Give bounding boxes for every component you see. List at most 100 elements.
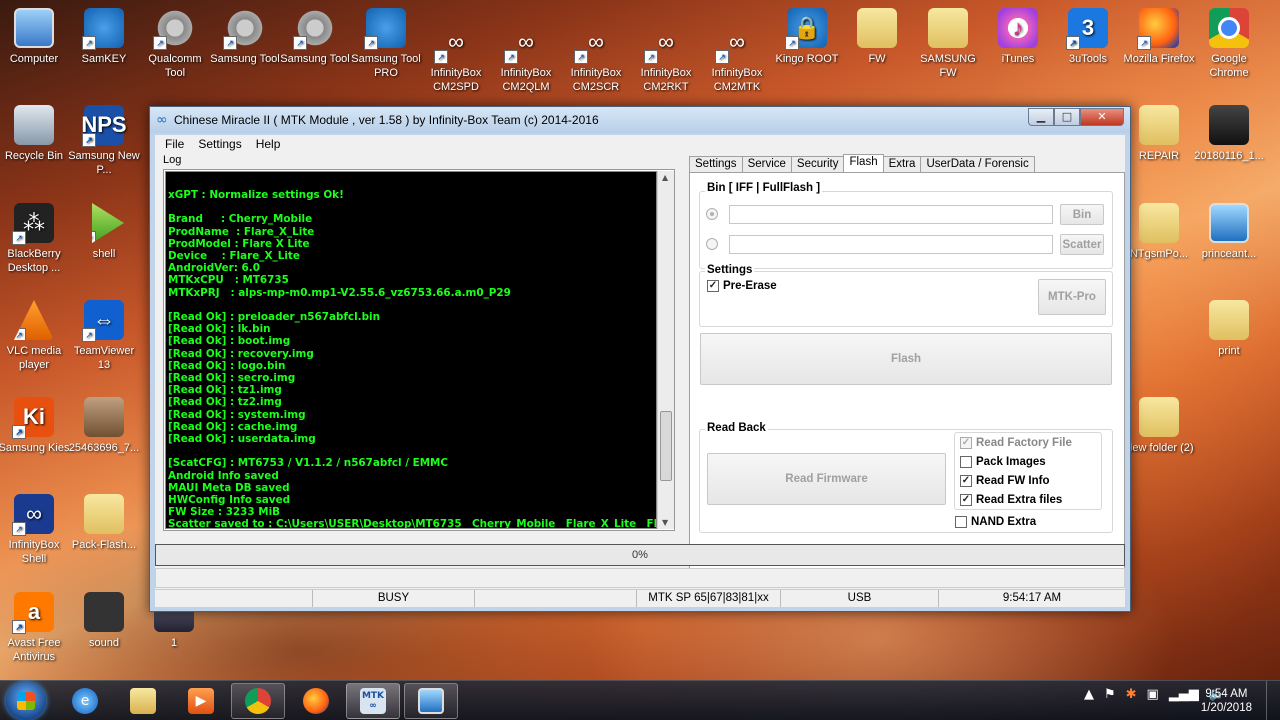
desktop-icon-repair[interactable]: REPAIR [1122,105,1196,163]
taskbar-clock[interactable]: 9:54 AM 1/20/2018 [1201,687,1252,715]
taskbar-remote-desktop[interactable] [404,683,458,719]
chinese-miracle-window[interactable]: ∞ Chinese Miracle II ( MTK Module , ver … [149,106,1131,612]
desktop-icon-qualcomm-tool[interactable]: Qualcomm Tool [138,8,212,80]
close-button[interactable]: ✕ [1080,108,1124,126]
infinity-icon: ∞ [574,22,616,64]
folder-icon [857,8,897,48]
bin-button[interactable]: Bin [1060,204,1104,225]
taskbar-firefox[interactable] [289,683,343,719]
read-extra-files-checkbox[interactable]: ✓ Read Extra files [960,494,1062,506]
taskbar-internet-explorer[interactable]: e [58,683,112,719]
maximize-button[interactable]: □ [1054,108,1080,126]
desktop-icon-infinitybox-shell[interactable]: ∞InfinityBox Shell [0,494,71,566]
desktop-icon-samsung-tool[interactable]: Samsung Tool [208,8,282,66]
desktop-icon-infinitybox-cm2spd[interactable]: ∞InfinityBox CM2SPD [419,22,493,94]
desktop-icon-samsung-tool-2[interactable]: Samsung Tool [278,8,352,66]
desktop-icon-princeant[interactable]: princeant... [1192,203,1266,261]
taskbar-media-player[interactable]: ▶ [174,683,228,719]
tray-device-icon[interactable]: ▣ [1147,687,1159,702]
music-note-icon: ♪ [998,8,1038,48]
show-desktop-button[interactable] [1266,681,1280,720]
desktop-icon-fw-folder[interactable]: FW [840,8,914,66]
desktop-icon-pack-flash[interactable]: Pack-Flash... [67,494,141,552]
taskbar-mtk-module[interactable]: MTK ∞ [346,683,400,719]
desktop-icon-ntgsmpo[interactable]: NTgsmPo... [1122,203,1196,261]
desktop-icon-infinitybox-cm2qlm[interactable]: ∞InfinityBox CM2QLM [489,22,563,94]
start-button[interactable] [6,682,46,720]
desktop-icon-recycle-bin[interactable]: Recycle Bin [0,105,71,163]
blackberry-icon: ⁂ [12,203,54,245]
window-titlebar[interactable]: ∞ Chinese Miracle II ( MTK Module , ver … [150,107,1130,133]
log-scrollbar[interactable]: ▲ ▼ [657,171,674,529]
desktop-icon-teamviewer[interactable]: ⇔TeamViewer 13 [67,300,141,372]
desktop-icon-infinitybox-cm2rkt[interactable]: ∞InfinityBox CM2RKT [629,22,703,94]
desktop-icon-chrome[interactable]: Google Chrome [1192,8,1266,80]
desktop-icon-new-folder-2[interactable]: New folder (2) [1122,397,1196,455]
desktop-icon-vlc[interactable]: VLC media player [0,300,71,372]
tray-avast-icon[interactable]: ✱ [1126,687,1137,702]
taskbar-file-explorer[interactable] [116,683,170,719]
scatter-path-input[interactable] [729,235,1053,254]
desktop-icon-photo-25463696[interactable]: 25463696_7... [67,397,141,455]
bin-path-input[interactable] [729,205,1053,224]
desktop-icon-avast[interactable]: aAvast Free Antivirus [0,592,71,664]
desktop-icon-samkey[interactable]: SamKEY [67,8,141,66]
desktop-icon-kingo-root[interactable]: 🔒Kingo ROOT [770,8,844,66]
desktop-icon-1[interactable]: 1 [137,606,211,650]
desktop-icon-blackberry-desktop[interactable]: ⁂BlackBerry Desktop ... [0,203,71,275]
tab-extra[interactable]: Extra [882,156,922,172]
window-client-area: File Settings Help Log xGPT : Normalize … [155,135,1125,607]
pre-erase-checkbox[interactable]: ✓ Pre-Erase [707,280,777,292]
minimize-button[interactable]: ▁ [1028,108,1054,126]
log-console[interactable]: xGPT : Normalize settings Ok! Brand : Ch… [165,171,657,529]
tray-expand-arrow-icon[interactable]: ▲ [1084,687,1094,702]
log-line: [Read Ok] : lk.bin [168,323,271,336]
desktop-icon-computer[interactable]: Computer [0,8,71,66]
tab-flash[interactable]: Flash [843,154,884,172]
desktop-icon-20180116[interactable]: 20180116_1... [1192,105,1266,163]
menu-settings[interactable]: Settings [191,137,248,151]
tab-userdata-forensic[interactable]: UserData / Forensic [920,156,1035,172]
read-fw-info-checkbox[interactable]: ✓ Read FW Info [960,475,1049,487]
desktop-icon-samsung-kies[interactable]: KiSamsung Kies [0,397,71,455]
desktop-icon-infinitybox-cm2mtk[interactable]: ∞InfinityBox CM2MTK [700,22,774,94]
network-signal-icon[interactable]: ▂▄▆ [1169,687,1199,702]
desktop-icon-samsung-fw-folder[interactable]: SAMSUNG FW [911,8,985,80]
log-line: Device : Flare_X_Lite [168,250,300,263]
folder-icon [1139,105,1179,145]
scatter-button[interactable]: Scatter [1060,234,1104,255]
scroll-down-arrow-icon[interactable]: ▼ [662,518,668,527]
desktop-icon-print[interactable]: print [1192,300,1266,358]
tab-service[interactable]: Service [741,156,792,172]
teamviewer-icon: ⇔ [82,300,124,342]
desktop-icon-sound[interactable]: sound [67,592,141,650]
read-firmware-button[interactable]: Read Firmware [707,453,946,505]
desktop-icon-3utools[interactable]: 33uTools [1051,8,1125,66]
desktop-icon-shell[interactable]: shell [67,203,141,261]
action-center-flag-icon[interactable]: ⚑ [1104,687,1116,702]
menu-help[interactable]: Help [249,137,288,151]
scatter-radio[interactable] [706,238,718,250]
status-cell-busy: BUSY [313,590,475,607]
tab-settings[interactable]: Settings [689,156,743,172]
status-cell-time: 9:54:17 AM [1002,592,1062,604]
taskbar-chrome[interactable] [231,683,285,719]
desktop-icon-infinitybox-cm2scr[interactable]: ∞InfinityBox CM2SCR [559,22,633,94]
desktop-icon-samsung-new-p[interactable]: NPSSamsung New P... [67,105,141,177]
mtk-pro-button[interactable]: MTK-Pro [1038,279,1106,315]
log-line: [Read Ok] : logo.bin [168,359,286,372]
bin-radio[interactable] [706,208,718,220]
bin-group-title: Bin [ IFF | FullFlash ] [705,182,823,194]
desktop-icon-firefox[interactable]: Mozilla Firefox [1122,8,1196,66]
menu-file[interactable]: File [158,137,191,151]
scroll-up-arrow-icon[interactable]: ▲ [662,173,668,182]
nand-extra-checkbox[interactable]: NAND Extra [955,516,1036,528]
scroll-thumb[interactable] [660,411,672,481]
tab-security[interactable]: Security [790,156,845,172]
flash-button[interactable]: Flash [700,333,1112,385]
desktop-icon-samsung-tool-pro[interactable]: Samsung Tool PRO [349,8,423,80]
pack-images-checkbox[interactable]: Pack Images [960,456,1046,468]
desktop-icon-itunes[interactable]: ♪ iTunes [981,8,1055,66]
read-factory-file-checkbox[interactable]: ✓ Read Factory File [960,437,1072,449]
